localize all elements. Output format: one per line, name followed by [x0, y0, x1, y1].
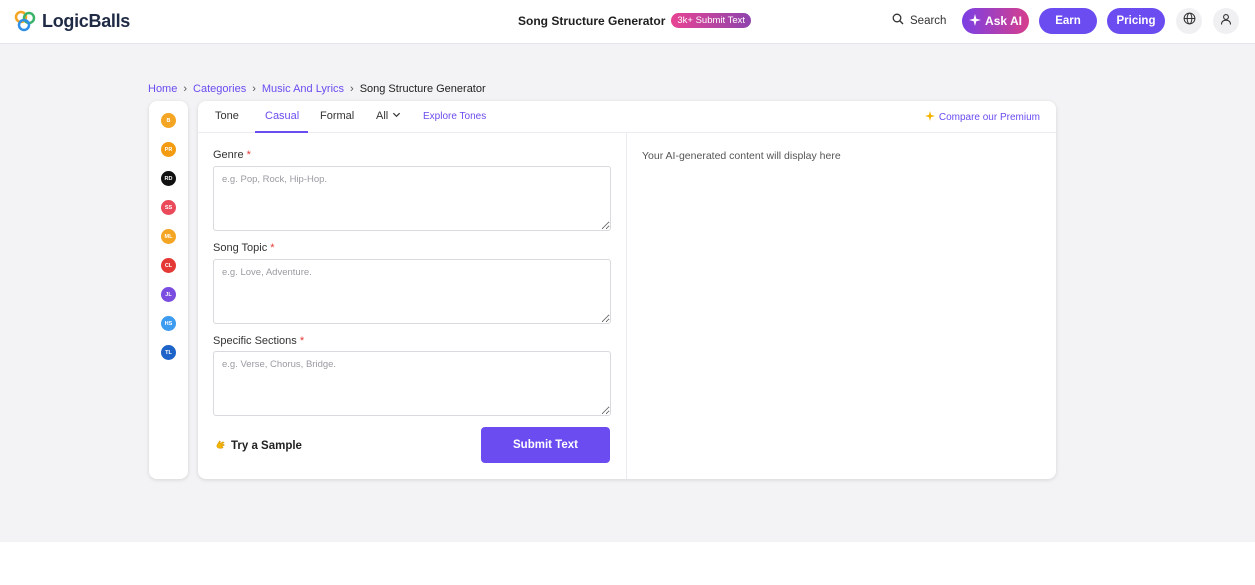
ask-ai-label: Ask AI [985, 14, 1022, 28]
song-topic-input[interactable] [213, 259, 611, 324]
logo-icon [13, 9, 37, 33]
globe-icon [1183, 12, 1196, 30]
search-icon [892, 13, 904, 28]
sidebar-tool-avatar[interactable]: TL [161, 345, 176, 360]
page-heading: Song Structure Generator 3k+ Submit Text [518, 13, 752, 28]
genre-input[interactable] [213, 166, 611, 231]
profile-button[interactable] [1213, 8, 1239, 34]
compare-premium-link[interactable]: Compare our Premium [924, 111, 1040, 124]
tab-formal[interactable]: Formal [320, 110, 354, 122]
tool-card: Tone Casual Formal All Explore Tones Com… [198, 101, 1056, 479]
compare-premium-label: Compare our Premium [938, 112, 1040, 123]
required-mark: * [299, 335, 305, 347]
breadcrumb-categories[interactable]: Categories [193, 83, 246, 95]
sparkle-icon [969, 13, 982, 29]
sparkle-icon [924, 111, 935, 124]
top-header: LogicBalls Song Structure Generator 3k+ … [0, 0, 1255, 44]
search-label: Search [910, 14, 947, 27]
genre-label: Genre * [213, 149, 251, 161]
sidebar-tool-avatar[interactable]: RD [161, 171, 176, 186]
tab-tone-label: Tone [215, 110, 239, 122]
chevron-right-icon: › [252, 83, 256, 95]
usage-badge: 3k+ Submit Text [671, 13, 752, 28]
ask-ai-button[interactable]: Ask AI [962, 8, 1029, 34]
song-topic-label-text: Song Topic [213, 242, 268, 254]
breadcrumb-home[interactable]: Home [148, 83, 177, 95]
output-placeholder: Your AI-generated content will display h… [642, 150, 841, 162]
sidebar-tool-avatar[interactable]: CL [161, 258, 176, 273]
specific-sections-label-text: Specific Sections [213, 335, 297, 347]
panel-divider [626, 133, 627, 479]
user-icon [1220, 12, 1232, 30]
brand-name: LogicBalls [42, 10, 131, 31]
sidebar-tool-avatar[interactable]: B [161, 113, 176, 128]
tool-title: Song Structure Generator [518, 13, 666, 28]
required-mark: * [246, 149, 251, 161]
tab-casual[interactable]: Casual [265, 110, 299, 122]
search-button[interactable]: Search [892, 13, 946, 28]
language-button[interactable] [1176, 8, 1202, 34]
active-tab-indicator [255, 131, 308, 133]
related-tools-sidebar: B PR RD SS ML CL JL HS TL [149, 101, 188, 479]
sidebar-tool-avatar[interactable]: SS [161, 200, 176, 215]
brand-logo[interactable]: LogicBalls [13, 9, 130, 33]
chevron-right-icon: › [183, 83, 188, 95]
earn-button[interactable]: Earn [1039, 8, 1097, 34]
tab-all-dropdown[interactable]: All [376, 110, 401, 122]
sidebar-tool-avatar[interactable]: PR [161, 142, 176, 157]
genre-label-text: Genre [213, 149, 244, 161]
explore-tones-link[interactable]: Explore Tones [423, 111, 486, 122]
sidebar-tool-avatar[interactable]: HS [161, 316, 176, 331]
breadcrumb: Home › Categories › Music And Lyrics › S… [148, 83, 486, 95]
specific-sections-input[interactable] [213, 351, 611, 416]
breadcrumb-current: Song Structure Generator [359, 83, 486, 95]
sidebar-tool-avatar[interactable]: ML [161, 229, 176, 244]
tone-tabs: Tone Casual Formal All Explore Tones Com… [198, 101, 1056, 133]
submit-button[interactable]: Submit Text [481, 427, 610, 463]
required-mark: * [270, 242, 275, 254]
breadcrumb-music-and-lyrics[interactable]: Music And Lyrics [262, 83, 344, 95]
tab-all-label: All [376, 110, 389, 122]
chevron-down-icon [392, 110, 401, 122]
hand-icon [214, 438, 227, 454]
try-sample-button[interactable]: Try a Sample [214, 438, 302, 454]
chevron-right-icon: › [350, 83, 354, 95]
sidebar-tool-avatar[interactable]: JL [161, 287, 176, 302]
song-topic-label: Song Topic * [213, 242, 275, 254]
specific-sections-label: Specific Sections * [213, 335, 304, 347]
try-sample-label: Try a Sample [231, 440, 302, 452]
pricing-button[interactable]: Pricing [1107, 8, 1165, 34]
